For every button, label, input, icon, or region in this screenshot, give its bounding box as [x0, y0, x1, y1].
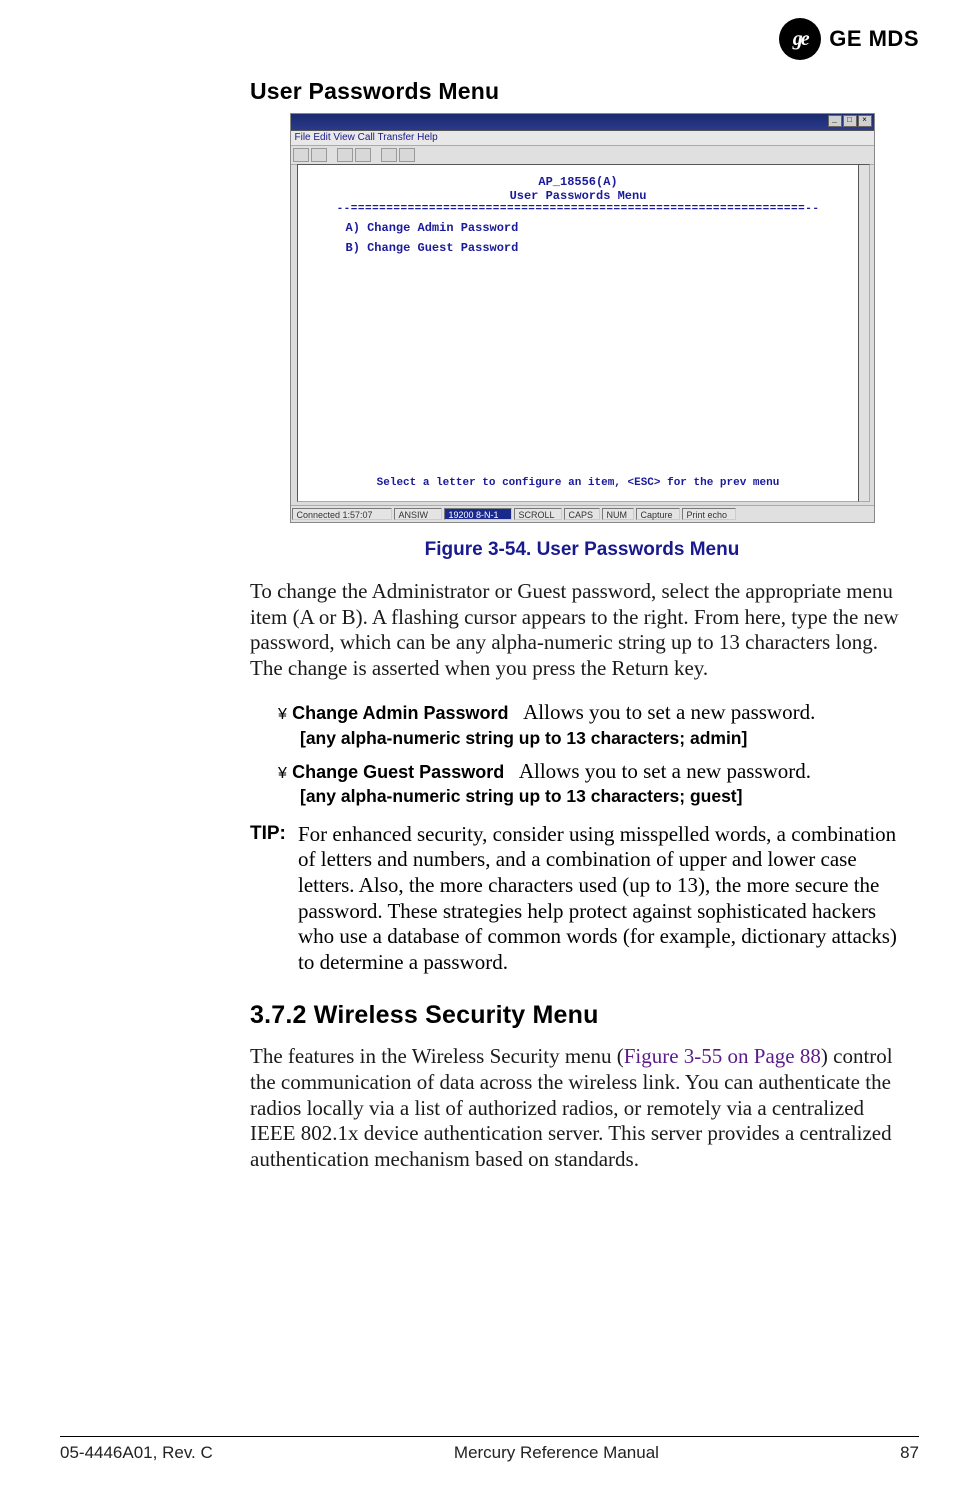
toolbar-icon	[337, 148, 353, 162]
ge-monogram-icon: ge	[779, 18, 821, 60]
param-desc: Allows you to set a new password.	[519, 759, 811, 783]
subsection-intro: The features in the Wireless Security me…	[250, 1044, 914, 1172]
page-footer: 05-4446A01, Rev. C Mercury Reference Man…	[60, 1436, 919, 1463]
terminal-item-a: A) Change Admin Password	[346, 221, 851, 235]
window-statusbar: Connected 1:57:07 ANSIW 19200 8-N-1 SCRO…	[291, 505, 874, 522]
param-name: Change Admin Password	[292, 703, 508, 723]
status-num: NUM	[602, 508, 634, 520]
toolbar-icon	[311, 148, 327, 162]
cross-reference-link[interactable]: Figure 3-55 on Page 88	[624, 1044, 821, 1068]
terminal-divider: --======================================…	[306, 203, 851, 215]
terminal-item-b: B) Change Guest Password	[346, 241, 851, 255]
window-titlebar: _ □ ×	[291, 114, 874, 131]
parameter-list: ¥ Change Admin Password Allows you to se…	[278, 699, 914, 807]
status-printecho: Print echo	[682, 508, 736, 520]
status-emulation: ANSIW	[394, 508, 442, 520]
text-run: The features in the Wireless Security me…	[250, 1044, 624, 1068]
tip-label: TIP:	[250, 822, 298, 976]
footer-center: Mercury Reference Manual	[454, 1443, 659, 1463]
param-name: Change Guest Password	[292, 762, 504, 782]
param-range: [any alpha-numeric string up to 13 chara…	[300, 728, 914, 750]
subsection-title: 3.7.2 Wireless Security Menu	[250, 1001, 914, 1030]
window-menubar: File Edit View Call Transfer Help	[291, 131, 874, 146]
bullet-icon: ¥	[278, 765, 287, 782]
toolbar-icon	[293, 148, 309, 162]
close-icon: ×	[858, 115, 872, 127]
scrollbar-icon	[858, 164, 870, 502]
maximize-icon: □	[843, 115, 857, 127]
status-capture: Capture	[636, 508, 680, 520]
page: ge GE MDS User Passwords Menu _ □ × File…	[0, 0, 979, 1501]
window-buttons: _ □ ×	[828, 115, 872, 127]
list-item: ¥ Change Guest Password Allows you to se…	[278, 758, 914, 808]
tip-block: TIP: For enhanced security, consider usi…	[250, 822, 914, 976]
section-title: User Passwords Menu	[250, 78, 914, 105]
status-scroll: SCROLL	[514, 508, 562, 520]
terminal-hint: Select a letter to configure an item, <E…	[298, 477, 859, 489]
tip-text: For enhanced security, consider using mi…	[298, 822, 914, 976]
status-caps: CAPS	[564, 508, 600, 520]
intro-paragraph: To change the Administrator or Guest pas…	[250, 579, 914, 681]
terminal-area: AP_18556(A) User Passwords Menu --======…	[297, 164, 860, 502]
footer-right: 87	[900, 1443, 919, 1463]
param-range: [any alpha-numeric string up to 13 chara…	[300, 786, 914, 808]
bullet-icon: ¥	[278, 706, 287, 723]
toolbar-icon	[399, 148, 415, 162]
content-column: User Passwords Menu _ □ × File Edit View…	[250, 78, 914, 1172]
status-connected: Connected 1:57:07	[292, 508, 392, 520]
status-baud: 19200 8-N-1	[444, 508, 512, 520]
toolbar-icon	[355, 148, 371, 162]
toolbar-icon	[381, 148, 397, 162]
footer-left: 05-4446A01, Rev. C	[60, 1443, 213, 1463]
terminal-title-line: User Passwords Menu	[306, 189, 851, 203]
brand-text: GE MDS	[829, 26, 919, 52]
figure-caption: Figure 3-54. User Passwords Menu	[250, 539, 914, 561]
figure-terminal-window: _ □ × File Edit View Call Transfer Help …	[290, 113, 875, 523]
list-item: ¥ Change Admin Password Allows you to se…	[278, 699, 914, 749]
param-desc: Allows you to set a new password.	[523, 700, 815, 724]
terminal-device-line: AP_18556(A)	[306, 175, 851, 189]
window-toolbar	[291, 146, 874, 165]
minimize-icon: _	[828, 115, 842, 127]
brand-logo: ge GE MDS	[779, 18, 919, 60]
